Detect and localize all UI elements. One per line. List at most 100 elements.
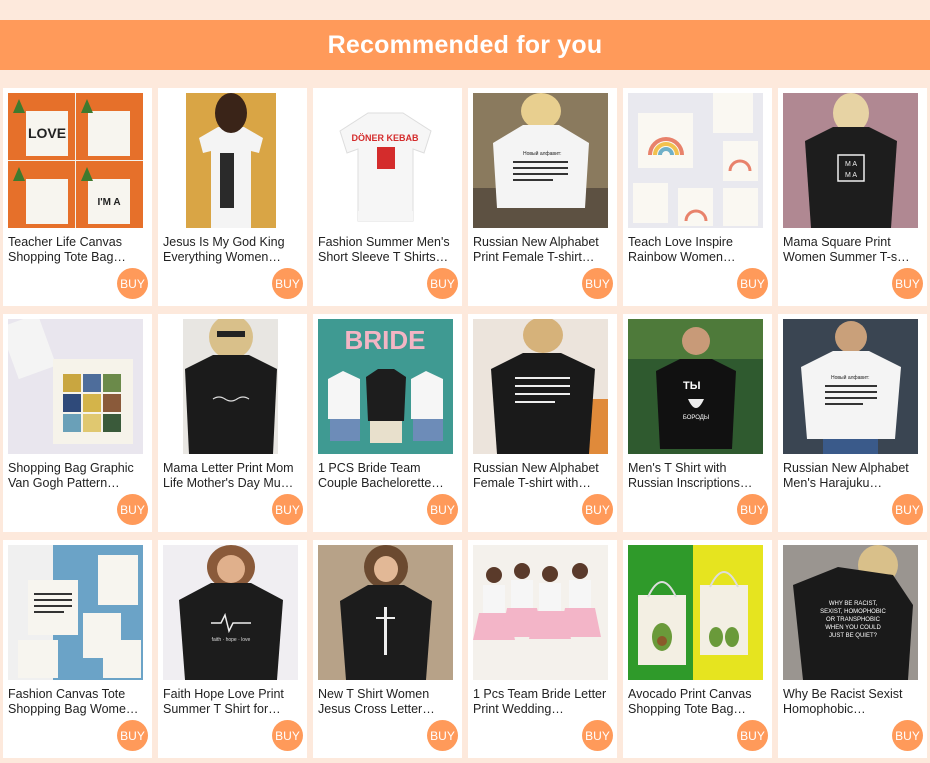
product-image[interactable] bbox=[318, 545, 453, 680]
tshirt-image: M A M A bbox=[783, 93, 918, 228]
svg-text:BRIDE: BRIDE bbox=[345, 325, 426, 355]
product-title[interactable]: Teach Love Inspire Rainbow Women… bbox=[628, 235, 768, 265]
svg-text:WHEN YOU COULD: WHEN YOU COULD bbox=[825, 625, 881, 631]
product-card[interactable]: New T Shirt Women Jesus Cross Letter… BUY bbox=[313, 540, 462, 758]
product-title[interactable]: Men's T Shirt with Russian Inscriptions… bbox=[628, 461, 768, 491]
product-card[interactable]: ТЫ БОРОДЫ Men's T Shirt with Russian Insc… bbox=[623, 314, 772, 532]
product-grid: LOVE I'M A Teacher Life Canvas Shopping T… bbox=[3, 88, 927, 758]
tshirt-image bbox=[318, 545, 453, 680]
product-image[interactable]: LOVE I'M A bbox=[8, 93, 143, 228]
product-card[interactable]: Mama Letter Print Mom Life Mother's Day … bbox=[158, 314, 307, 532]
buy-button[interactable]: BUY bbox=[582, 494, 613, 525]
tote-bag-image: LOVE I'M A bbox=[8, 93, 143, 228]
svg-text:DÖNER KEBAB: DÖNER KEBAB bbox=[351, 133, 419, 143]
svg-text:БОРОДЫ: БОРОДЫ bbox=[683, 415, 709, 421]
tshirt-image: faith · hope · love bbox=[163, 545, 298, 680]
tote-bag-image bbox=[628, 93, 763, 228]
tshirt-image: Новый алфавит: bbox=[783, 319, 918, 454]
tshirt-image: WHY BE RACIST, SEXIST, HOMOPHOBIC OR TRA… bbox=[783, 545, 918, 680]
product-image[interactable]: Новый алфавит: bbox=[783, 319, 918, 454]
buy-button[interactable]: BUY bbox=[427, 494, 458, 525]
tshirt-image bbox=[473, 319, 608, 454]
product-card[interactable]: WHY BE RACIST, SEXIST, HOMOPHOBIC OR TRA… bbox=[778, 540, 927, 758]
product-image[interactable]: Новый алфавит: bbox=[473, 93, 608, 228]
product-title[interactable]: Shopping Bag Graphic Van Gogh Pattern… bbox=[8, 461, 148, 491]
tote-bag-image bbox=[628, 545, 763, 680]
product-card[interactable]: faith · hope · love Faith Hope Love Print… bbox=[158, 540, 307, 758]
product-image[interactable] bbox=[8, 545, 143, 680]
product-image[interactable]: faith · hope · love bbox=[163, 545, 298, 680]
product-card[interactable]: Teach Love Inspire Rainbow Women… BUY bbox=[623, 88, 772, 306]
product-card[interactable]: Fashion Canvas Tote Shopping Bag Wome… BU… bbox=[3, 540, 152, 758]
buy-button[interactable]: BUY bbox=[427, 268, 458, 299]
svg-text:ТЫ: ТЫ bbox=[683, 380, 701, 392]
product-card[interactable]: Russian New Alphabet Female T-shirt with… bbox=[468, 314, 617, 532]
product-title[interactable]: Jesus Is My God King Everything Women… bbox=[163, 235, 303, 265]
product-card[interactable]: Новый алфавит: Russian New Alphabet Prin… bbox=[468, 88, 617, 306]
product-image[interactable] bbox=[628, 93, 763, 228]
buy-button[interactable]: BUY bbox=[892, 494, 923, 525]
tote-bag-image bbox=[8, 319, 143, 454]
buy-button[interactable]: BUY bbox=[582, 268, 613, 299]
product-title[interactable]: Faith Hope Love Print Summer T Shirt for… bbox=[163, 687, 303, 717]
product-card[interactable]: DÖNER KEBAB Fashion Summer Men's Short S… bbox=[313, 88, 462, 306]
product-title[interactable]: Fashion Canvas Tote Shopping Bag Wome… bbox=[8, 687, 148, 717]
product-image[interactable] bbox=[163, 93, 298, 228]
buy-button[interactable]: BUY bbox=[737, 268, 768, 299]
buy-button[interactable]: BUY bbox=[737, 494, 768, 525]
buy-button[interactable]: BUY bbox=[272, 268, 303, 299]
product-title[interactable]: New T Shirt Women Jesus Cross Letter… bbox=[318, 687, 458, 717]
product-card[interactable]: Новый алфавит: Russian New Alphabet Men'… bbox=[778, 314, 927, 532]
product-image[interactable]: BRIDE bbox=[318, 319, 453, 454]
tshirt-image bbox=[163, 319, 298, 454]
product-card[interactable]: Avocado Print Canvas Shopping Tote Bag… B… bbox=[623, 540, 772, 758]
product-title[interactable]: Mama Square Print Women Summer T-s… bbox=[783, 235, 923, 265]
product-title[interactable]: Russian New Alphabet Female T-shirt with… bbox=[473, 461, 613, 491]
product-card[interactable]: M A M A Mama Square Print Women Summer T-… bbox=[778, 88, 927, 306]
product-image[interactable]: DÖNER KEBAB bbox=[318, 93, 453, 228]
svg-text:LOVE: LOVE bbox=[28, 125, 66, 141]
svg-text:I'M A: I'M A bbox=[97, 197, 120, 208]
product-card[interactable]: Jesus Is My God King Everything Women… BU… bbox=[158, 88, 307, 306]
product-title[interactable]: Russian New Alphabet Men's Harajuku… bbox=[783, 461, 923, 491]
product-title[interactable]: Why Be Racist Sexist Homophobic… bbox=[783, 687, 923, 717]
buy-button[interactable]: BUY bbox=[272, 720, 303, 751]
buy-button[interactable]: BUY bbox=[117, 494, 148, 525]
tshirt-image bbox=[163, 93, 298, 228]
product-image[interactable] bbox=[8, 319, 143, 454]
tshirt-image: ТЫ БОРОДЫ bbox=[628, 319, 763, 454]
svg-text:OR TRANSPHOBIC: OR TRANSPHOBIC bbox=[826, 617, 881, 623]
product-title[interactable]: Teacher Life Canvas Shopping Tote Bag… bbox=[8, 235, 148, 265]
product-image[interactable]: M A M A bbox=[783, 93, 918, 228]
tshirt-image: DÖNER KEBAB bbox=[318, 93, 453, 228]
buy-button[interactable]: BUY bbox=[272, 494, 303, 525]
product-image[interactable] bbox=[163, 319, 298, 454]
product-title[interactable]: Mama Letter Print Mom Life Mother's Day … bbox=[163, 461, 303, 491]
buy-button[interactable]: BUY bbox=[427, 720, 458, 751]
product-image[interactable]: ТЫ БОРОДЫ bbox=[628, 319, 763, 454]
buy-button[interactable]: BUY bbox=[582, 720, 613, 751]
product-image[interactable] bbox=[473, 319, 608, 454]
product-card[interactable]: Shopping Bag Graphic Van Gogh Pattern… BU… bbox=[3, 314, 152, 532]
buy-button[interactable]: BUY bbox=[892, 268, 923, 299]
product-image[interactable] bbox=[473, 545, 608, 680]
product-title[interactable]: 1 PCS Bride Team Couple Bachelorette… bbox=[318, 461, 458, 491]
tote-bag-image bbox=[8, 545, 143, 680]
product-card[interactable]: BRIDE 1 PCS Bride Team Couple Bacheloret… bbox=[313, 314, 462, 532]
product-title[interactable]: 1 Pcs Team Bride Letter Print Wedding… bbox=[473, 687, 613, 717]
product-title[interactable]: Russian New Alphabet Print Female T-shir… bbox=[473, 235, 613, 265]
product-title[interactable]: Avocado Print Canvas Shopping Tote Bag… bbox=[628, 687, 768, 717]
buy-button[interactable]: BUY bbox=[117, 720, 148, 751]
product-image[interactable] bbox=[628, 545, 763, 680]
product-title[interactable]: Fashion Summer Men's Short Sleeve T Shir… bbox=[318, 235, 458, 265]
product-card[interactable]: LOVE I'M A Teacher Life Canvas Shopping T… bbox=[3, 88, 152, 306]
recommendations-header: Recommended for you bbox=[0, 20, 930, 70]
buy-button[interactable]: BUY bbox=[892, 720, 923, 751]
svg-text:M A: M A bbox=[845, 172, 857, 179]
top-strip bbox=[0, 0, 930, 20]
tshirt-image bbox=[473, 545, 608, 680]
product-card[interactable]: 1 Pcs Team Bride Letter Print Wedding… BU… bbox=[468, 540, 617, 758]
buy-button[interactable]: BUY bbox=[737, 720, 768, 751]
buy-button[interactable]: BUY bbox=[117, 268, 148, 299]
product-image[interactable]: WHY BE RACIST, SEXIST, HOMOPHOBIC OR TRA… bbox=[783, 545, 918, 680]
